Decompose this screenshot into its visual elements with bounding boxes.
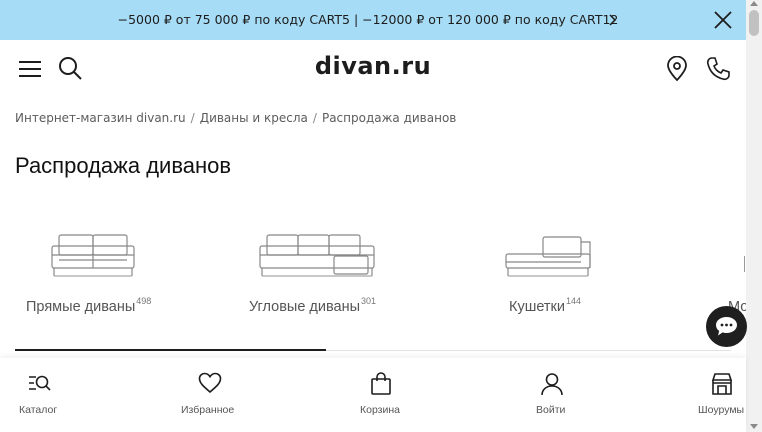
close-icon[interactable] (712, 9, 734, 31)
promo-text[interactable]: −5000 ₽ от 75 000 ₽ по коду CART5 | −120… (0, 0, 746, 40)
menu-icon[interactable] (17, 56, 43, 82)
nav-favorites[interactable]: Избранное (170, 358, 250, 432)
scroll-thumb[interactable] (749, 10, 759, 36)
chevron-right-icon[interactable] (606, 13, 620, 27)
nav-label: Войти (536, 404, 566, 416)
nav-cart[interactable]: Корзина (350, 358, 412, 432)
breadcrumb: Интернет-магазин divan.ru / Диваны и кресл… (15, 111, 456, 125)
corner-sofa-icon (259, 234, 375, 277)
nav-showrooms[interactable]: Шоурумы (694, 358, 746, 432)
modular-sofa-icon (744, 256, 746, 272)
phone-icon[interactable] (705, 56, 731, 82)
nav-label: Избранное (181, 404, 235, 416)
heart-icon (198, 372, 222, 394)
tab-active-indicator (15, 349, 326, 351)
site-header: divan.ru (0, 40, 746, 98)
breadcrumb-home[interactable]: Интернет-магазин divan.ru (15, 111, 186, 125)
nav-login[interactable]: Войти (526, 358, 578, 432)
breadcrumb-separator: / (312, 111, 317, 125)
bag-icon (371, 372, 391, 395)
bottom-nav: Каталог Избранное Корзина Войти Шоурумы (0, 358, 746, 432)
site-logo[interactable]: divan.ru (300, 52, 446, 80)
chat-button[interactable] (706, 306, 747, 347)
nav-label: Каталог (19, 404, 58, 416)
category-label[interactable]: Угловые диваны301 (249, 296, 376, 315)
breadcrumb-current[interactable]: Распродажа диванов (322, 111, 456, 125)
nav-catalog[interactable]: Каталог (0, 358, 78, 432)
search-icon[interactable] (57, 55, 83, 81)
category-modular[interactable]: Мо (728, 228, 746, 318)
promo-banner[interactable]: −5000 ₽ от 75 000 ₽ по коду CART5 | −120… (0, 0, 746, 40)
nav-label: Корзина (360, 404, 400, 416)
category-label[interactable]: Прямые диваны498 (26, 296, 151, 315)
scrollbar[interactable] (746, 0, 762, 432)
scroll-down-arrow-icon[interactable] (750, 424, 758, 429)
breadcrumb-sofas[interactable]: Диваны и кресла (200, 111, 308, 125)
couch-icon (505, 236, 591, 277)
category-label[interactable]: Кушетки144 (509, 296, 581, 315)
chat-bubble-icon (716, 317, 737, 336)
user-icon (541, 373, 563, 396)
store-icon (711, 373, 733, 395)
location-pin-icon[interactable] (664, 56, 690, 82)
nav-label: Шоурумы (698, 404, 745, 416)
straight-sofa-icon (51, 234, 135, 277)
page-title: Распродажа диванов (15, 153, 232, 178)
breadcrumb-separator: / (190, 111, 195, 125)
scroll-up-arrow-icon[interactable] (750, 1, 758, 6)
catalog-icon (29, 375, 51, 391)
